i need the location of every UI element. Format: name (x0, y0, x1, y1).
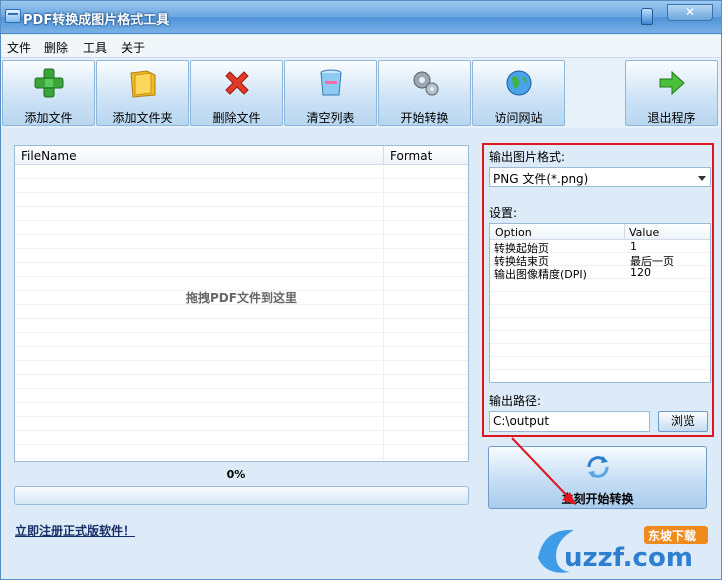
row-column-divider (383, 165, 384, 461)
clear-list-label: 清空列表 (306, 111, 355, 125)
visit-website-icon (506, 70, 532, 96)
column-format[interactable]: Format (390, 149, 432, 163)
browse-button[interactable]: 浏览 (658, 411, 708, 432)
exit-program-button[interactable]: 退出程序 (625, 60, 718, 126)
start-now-button[interactable]: 立刻开始转换 (488, 446, 707, 509)
progress-bar (14, 486, 469, 505)
add-file-button[interactable]: 添加文件 (2, 60, 95, 126)
window-title: PDF转换成图片格式工具 (23, 13, 170, 28)
delete-file-label: 删除文件 (212, 111, 261, 125)
start-convert-icon (413, 71, 439, 96)
table-row[interactable]: 转换起始页 1 (490, 240, 710, 255)
svg-text:uzzf.com: uzzf.com (564, 543, 693, 573)
exit-program-label: 退出程序 (647, 111, 696, 125)
file-list[interactable]: FileName Format 拖拽PDF文件到这里 (14, 145, 469, 462)
skin-icon[interactable] (641, 8, 653, 25)
start-convert-button[interactable]: 开始转换 (378, 60, 471, 126)
column-divider (624, 224, 625, 240)
svg-text:东坡下载: 东坡下载 (648, 528, 696, 543)
column-filename[interactable]: FileName (21, 149, 76, 163)
progress-percent: 0% (226, 468, 246, 481)
format-select-value: PNG 文件(*.png) (493, 172, 589, 186)
add-folder-icon (130, 70, 156, 98)
watermark-logo: uzzf.com 东坡下载 (538, 526, 708, 573)
start-now-label: 立刻开始转换 (561, 492, 634, 506)
column-option[interactable]: Option (495, 226, 532, 239)
settings-panel: 输出图片格式: PNG 文件(*.png) 设置: Option Value 转… (482, 143, 714, 437)
menu-file[interactable]: 文件 (7, 39, 31, 56)
app-window: PDF转换成图片格式工具 ✕ 文件 删除 工具 关于 添加文件 添加文件夹 删除… (0, 0, 722, 580)
options-table-rows: 转换起始页 1 转换结束页 最后一页 输出图像精度(DPI) 120 (490, 240, 710, 382)
menu-delete[interactable]: 删除 (44, 39, 68, 56)
menu-about[interactable]: 关于 (121, 39, 145, 56)
add-folder-label: 添加文件夹 (112, 111, 173, 125)
options-table-header: Option Value (490, 224, 710, 240)
toolbar: 添加文件 添加文件夹 删除文件 清空列表 开始转换 访问网站 退出程序 (1, 58, 721, 128)
format-select[interactable]: PNG 文件(*.png) (489, 167, 711, 187)
exit-program-icon (659, 70, 685, 96)
file-list-rows (15, 165, 468, 461)
option-value[interactable]: 1 (630, 240, 637, 253)
options-table[interactable]: Option Value 转换起始页 1 转换结束页 最后一页 输出图像精度(D… (489, 223, 711, 383)
delete-file-button[interactable]: 删除文件 (190, 60, 283, 126)
format-label: 输出图片格式: (489, 150, 566, 164)
column-divider (383, 146, 384, 165)
menu-bar: 文件 删除 工具 关于 (1, 35, 721, 58)
register-link[interactable]: 立即注册正式版软件！ (15, 522, 135, 539)
file-list-header: FileName Format (15, 146, 468, 165)
table-row[interactable]: 转换结束页 最后一页 (490, 253, 710, 268)
option-value[interactable]: 120 (630, 266, 651, 279)
add-file-icon (34, 68, 64, 98)
column-value[interactable]: Value (629, 226, 659, 239)
option-name: 输出图像精度(DPI) (494, 268, 587, 281)
visit-website-button[interactable]: 访问网站 (472, 60, 565, 126)
chevron-down-icon[interactable] (698, 176, 706, 181)
drop-hint: 拖拽PDF文件到这里 (186, 291, 297, 305)
output-path-input[interactable]: C:\output (489, 411, 650, 432)
clear-list-button[interactable]: 清空列表 (284, 60, 377, 126)
title-bar[interactable]: PDF转换成图片格式工具 ✕ (1, 1, 721, 34)
output-path-label: 输出路径: (489, 394, 542, 408)
visit-website-label: 访问网站 (494, 111, 543, 125)
delete-file-icon (225, 71, 249, 95)
clear-list-icon (320, 69, 342, 96)
menu-tools[interactable]: 工具 (83, 39, 107, 56)
close-button[interactable]: ✕ (667, 4, 713, 21)
table-row[interactable]: 输出图像精度(DPI) 120 (490, 266, 710, 281)
app-logo-icon (5, 9, 21, 23)
add-file-label: 添加文件 (24, 111, 73, 125)
refresh-convert-icon (587, 456, 609, 478)
add-folder-button[interactable]: 添加文件夹 (96, 60, 189, 126)
start-convert-label: 开始转换 (400, 111, 449, 125)
settings-label: 设置: (489, 206, 518, 220)
